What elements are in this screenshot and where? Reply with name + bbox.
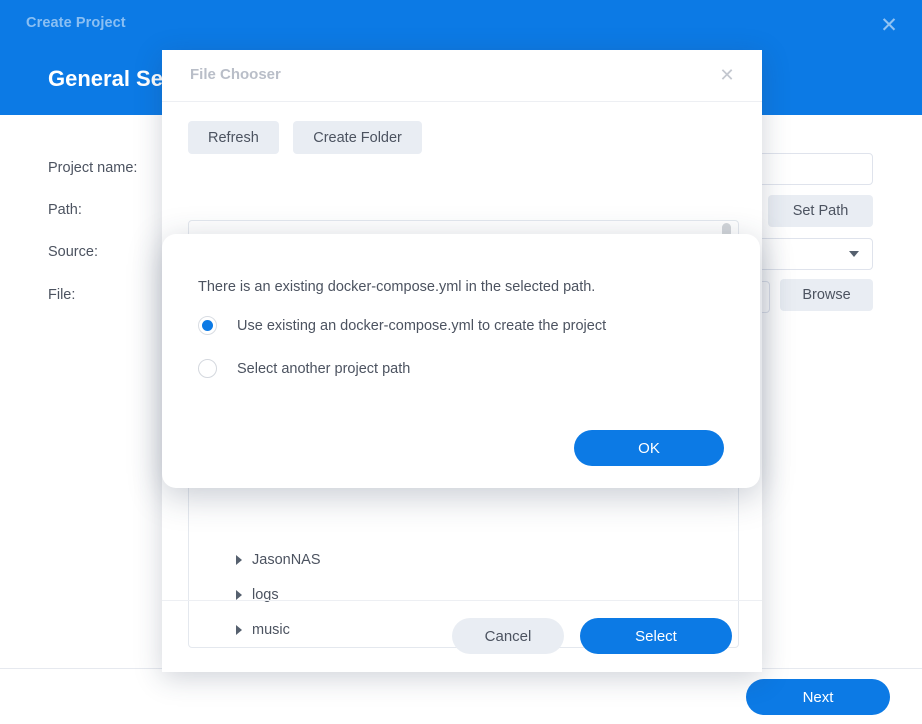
path-label: Path: — [48, 202, 82, 218]
file-chooser-footer: Cancel Select — [162, 600, 762, 672]
tree-item-label: JasonNAS — [252, 552, 321, 568]
radio-button-unselected-icon[interactable] — [198, 359, 217, 378]
existing-compose-confirm-dialog: There is an existing docker-compose.yml … — [162, 234, 760, 488]
next-button[interactable]: Next — [746, 679, 890, 715]
radio-option-label: Select another project path — [237, 361, 410, 377]
radio-option-label: Use existing an docker-compose.yml to cr… — [237, 318, 606, 334]
source-label: Source: — [48, 244, 98, 260]
cancel-button[interactable]: Cancel — [452, 618, 564, 654]
radio-dot — [202, 320, 213, 331]
caret-right-icon[interactable] — [236, 590, 242, 600]
radio-option-use-existing[interactable]: Use existing an docker-compose.yml to cr… — [198, 316, 606, 335]
caret-right-icon[interactable] — [236, 555, 242, 565]
create-folder-button[interactable]: Create Folder — [293, 121, 422, 154]
set-path-button[interactable]: Set Path — [768, 195, 873, 227]
select-button[interactable]: Select — [580, 618, 732, 654]
confirm-message: There is an existing docker-compose.yml … — [198, 279, 595, 295]
project-name-label: Project name: — [48, 160, 137, 176]
chevron-down-icon — [849, 251, 859, 257]
file-label: File: — [48, 287, 75, 303]
browse-button[interactable]: Browse — [780, 279, 873, 311]
ok-button[interactable]: OK — [574, 430, 724, 466]
tree-item-jasonnas[interactable]: JasonNAS — [236, 548, 321, 572]
close-icon[interactable]: ✕ — [876, 13, 902, 39]
wizard-title: Create Project — [26, 15, 126, 31]
close-icon[interactable]: ✕ — [715, 63, 739, 87]
file-chooser-toolbar: Refresh Create Folder — [188, 121, 432, 154]
file-chooser-title: File Chooser — [190, 66, 281, 83]
file-chooser-header: File Chooser ✕ — [162, 50, 762, 102]
radio-option-select-another-path[interactable]: Select another project path — [198, 359, 410, 378]
refresh-button[interactable]: Refresh — [188, 121, 279, 154]
radio-button-selected-icon[interactable] — [198, 316, 217, 335]
